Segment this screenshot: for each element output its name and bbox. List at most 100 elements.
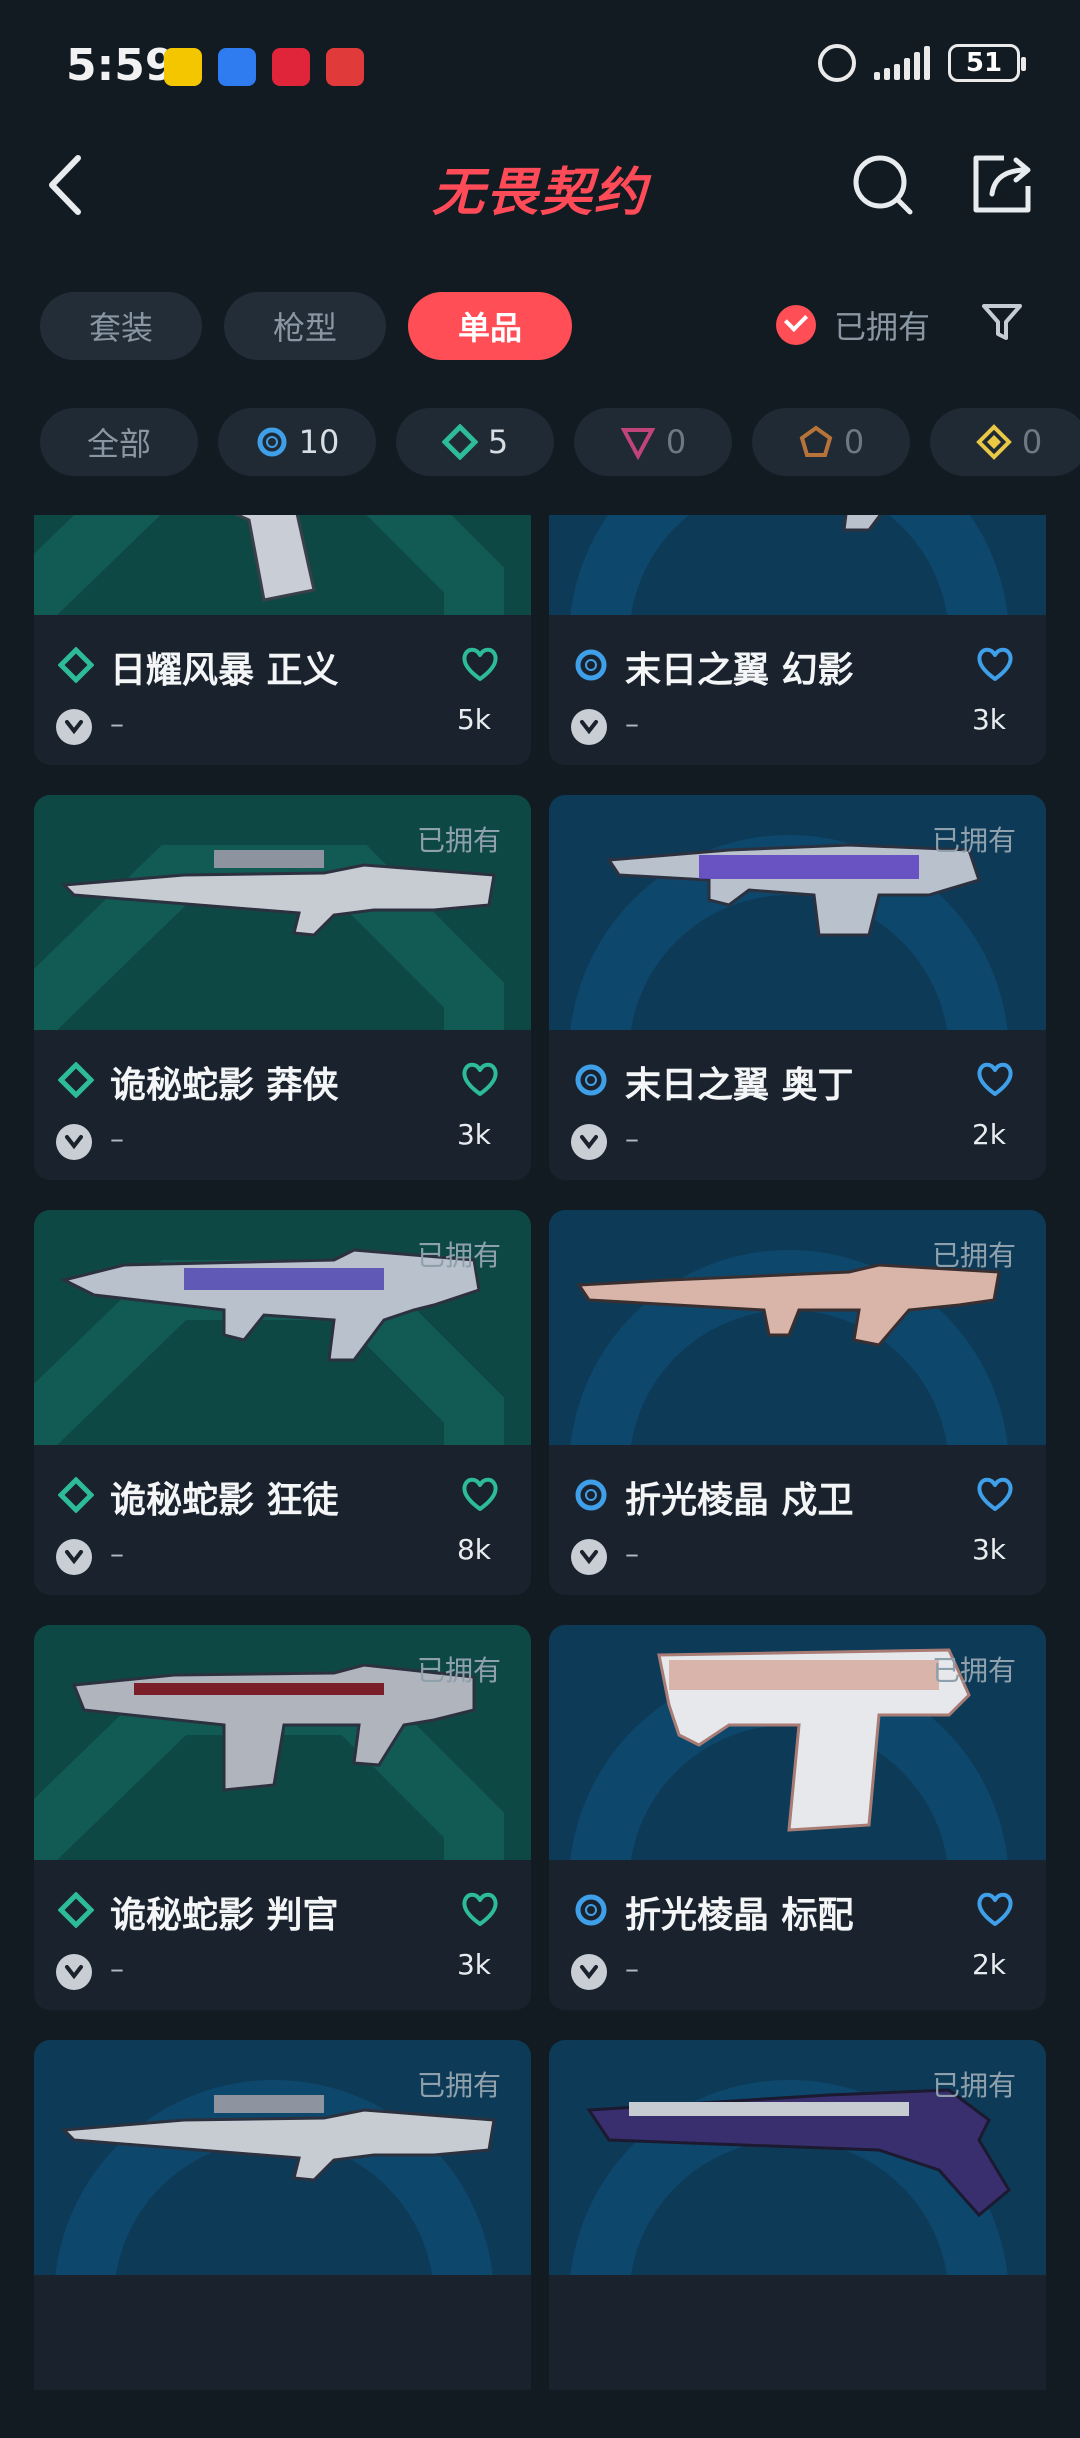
tab-sets[interactable]: 套装 bbox=[40, 292, 202, 360]
chevron-down-icon[interactable] bbox=[571, 1954, 607, 1990]
chip-label: 全部 bbox=[86, 425, 151, 463]
like-count: 2k bbox=[971, 1118, 1006, 1151]
chevron-down-icon[interactable] bbox=[56, 1124, 92, 1160]
skin-preview: 已拥有 bbox=[549, 515, 1046, 615]
heart-icon[interactable] bbox=[975, 1475, 1015, 1513]
skin-preview: 已拥有 bbox=[549, 795, 1046, 1030]
chip-exclusive-tier[interactable]: 0 bbox=[752, 408, 910, 476]
heart-icon[interactable] bbox=[460, 645, 500, 683]
share-icon[interactable] bbox=[970, 152, 1034, 216]
skin-name: 诡秘蛇影 狂徒 bbox=[110, 1480, 339, 1521]
filter-icon[interactable] bbox=[980, 300, 1024, 344]
like-count: 8k bbox=[456, 1533, 491, 1566]
pink-triangle-icon bbox=[620, 428, 656, 460]
skin-preview: 已拥有 bbox=[549, 2040, 1046, 2275]
chip-ultra-tier[interactable]: 0 bbox=[930, 408, 1080, 476]
skin-info: 诡秘蛇影 狂徒 – 8k bbox=[34, 1445, 531, 1595]
status-bar: 5:59 51 bbox=[0, 0, 1080, 130]
like-count: 3k bbox=[456, 1118, 491, 1151]
owned-tag: 已拥有 bbox=[931, 1654, 1016, 1687]
skin-card[interactable]: 已拥有 末日之翼 奥丁 – 2k bbox=[549, 795, 1046, 1180]
status-indicators: 51 bbox=[818, 44, 1026, 82]
blue-ring-icon bbox=[257, 427, 287, 457]
chip-deluxe-tier[interactable]: 5 bbox=[396, 408, 554, 476]
skin-variant: – bbox=[625, 1952, 639, 1985]
skin-grid[interactable]: 已拥有 日耀风暴 正义 – 5k 已拥有 末日之翼 幻影 – 3k 已拥有 bbox=[0, 515, 1080, 2390]
skin-info: 末日之翼 幻影 – 3k bbox=[549, 615, 1046, 765]
owned-toggle[interactable]: 已拥有 bbox=[776, 302, 930, 348]
deluxe-diamond-icon bbox=[58, 1062, 94, 1098]
page-title: 无畏契约 bbox=[431, 163, 648, 223]
skin-card[interactable]: 已拥有 折光棱晶 标配 – 2k bbox=[549, 1625, 1046, 2010]
upload-notification-icon bbox=[218, 48, 256, 86]
skin-variant: – bbox=[110, 707, 124, 740]
select-ring-icon bbox=[575, 649, 607, 681]
skin-card[interactable]: 已拥有 末日之翼 幻影 – 3k bbox=[549, 515, 1046, 765]
heart-icon[interactable] bbox=[975, 645, 1015, 683]
heart-icon[interactable] bbox=[460, 1060, 500, 1098]
skin-name: 诡秘蛇影 判官 bbox=[110, 1895, 339, 1936]
skin-variant: – bbox=[625, 707, 639, 740]
chip-count: 0 bbox=[1021, 423, 1043, 461]
weapon-image bbox=[234, 515, 316, 602]
tab-single-items[interactable]: 单品 bbox=[408, 292, 572, 360]
skin-info: 日耀风暴 正义 – 5k bbox=[34, 615, 531, 765]
skin-card[interactable]: 已拥有 折光棱晶 戍卫 – 3k bbox=[549, 1210, 1046, 1595]
heart-icon[interactable] bbox=[975, 1060, 1015, 1098]
skin-card[interactable]: 已拥有 bbox=[34, 2040, 531, 2390]
owned-tag: 已拥有 bbox=[931, 824, 1016, 857]
app-header: 无畏契约 bbox=[0, 130, 1080, 240]
skin-preview: 已拥有 bbox=[34, 1625, 531, 1860]
heart-icon[interactable] bbox=[460, 1890, 500, 1928]
skin-card[interactable]: 已拥有 诡秘蛇影 莽侠 – 3k bbox=[34, 795, 531, 1180]
skin-card[interactable]: 已拥有 诡秘蛇影 狂徒 – 8k bbox=[34, 1210, 531, 1595]
chevron-down-icon[interactable] bbox=[56, 1954, 92, 1990]
chip-premium-tier[interactable]: 0 bbox=[574, 408, 732, 476]
select-ring-icon bbox=[575, 1479, 607, 1511]
select-ring-icon bbox=[575, 1894, 607, 1926]
skin-preview: 已拥有 bbox=[549, 1210, 1046, 1445]
deluxe-diamond-icon bbox=[58, 1892, 94, 1928]
skin-variant: – bbox=[110, 1537, 124, 1570]
weapon-image bbox=[842, 515, 883, 532]
like-count: 3k bbox=[971, 703, 1006, 736]
skin-card[interactable]: 已拥有 诡秘蛇影 判官 – 3k bbox=[34, 1625, 531, 2010]
search-icon[interactable] bbox=[850, 152, 916, 218]
skin-name: 诡秘蛇影 莽侠 bbox=[110, 1065, 339, 1106]
skin-preview: 已拥有 bbox=[34, 515, 531, 615]
like-count: 5k bbox=[456, 703, 491, 736]
checkmark-icon[interactable] bbox=[776, 305, 816, 345]
heart-icon[interactable] bbox=[460, 1475, 500, 1513]
chevron-down-icon[interactable] bbox=[571, 1539, 607, 1575]
skin-preview: 已拥有 bbox=[34, 1210, 531, 1445]
chevron-down-icon[interactable] bbox=[56, 709, 92, 745]
chip-count: 5 bbox=[487, 423, 509, 461]
status-time: 5:59 bbox=[66, 40, 176, 91]
like-count: 3k bbox=[456, 1948, 491, 1981]
chip-select-tier[interactable]: 10 bbox=[218, 408, 376, 476]
skin-preview: 已拥有 bbox=[34, 2040, 531, 2275]
chevron-down-icon[interactable] bbox=[56, 1539, 92, 1575]
owned-tag: 已拥有 bbox=[931, 2069, 1016, 2102]
skin-info: 诡秘蛇影 莽侠 – 3k bbox=[34, 1030, 531, 1180]
chevron-down-icon[interactable] bbox=[571, 1124, 607, 1160]
skin-preview: 已拥有 bbox=[549, 1625, 1046, 1860]
skin-preview: 已拥有 bbox=[34, 795, 531, 1030]
skin-name: 日耀风暴 正义 bbox=[110, 650, 339, 691]
skin-info: 折光棱晶 戍卫 – 3k bbox=[549, 1445, 1046, 1595]
skin-info bbox=[549, 2275, 1046, 2390]
gold-diamond-icon bbox=[975, 424, 1012, 460]
heart-icon[interactable] bbox=[975, 1890, 1015, 1928]
skin-variant: – bbox=[110, 1952, 124, 1985]
skin-card[interactable]: 已拥有 bbox=[549, 2040, 1046, 2390]
chip-all[interactable]: 全部 bbox=[40, 408, 198, 476]
skin-info: 末日之翼 奥丁 – 2k bbox=[549, 1030, 1046, 1180]
rarity-filter-chips: 全部 10 5 0 0 0 bbox=[40, 408, 1080, 476]
battery-icon: 51 bbox=[948, 44, 1026, 82]
chevron-down-icon[interactable] bbox=[571, 709, 607, 745]
tab-gun-type[interactable]: 枪型 bbox=[224, 292, 386, 360]
chip-count: 10 bbox=[298, 423, 340, 461]
skin-card[interactable]: 已拥有 日耀风暴 正义 – 5k bbox=[34, 515, 531, 765]
chip-count: 0 bbox=[843, 423, 865, 461]
owned-toggle-label: 已拥有 bbox=[834, 308, 931, 346]
